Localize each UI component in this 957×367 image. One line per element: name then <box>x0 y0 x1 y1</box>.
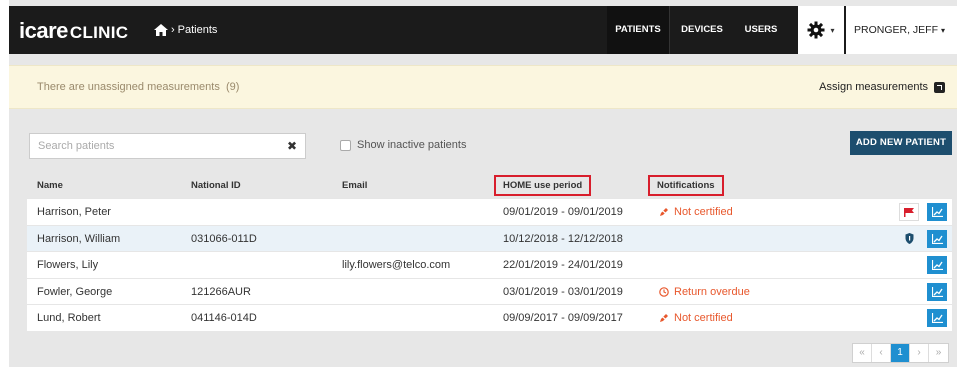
brand-sub: CLINIC <box>69 23 129 42</box>
chevron-down-icon: ▾ <box>830 25 835 35</box>
patient-name[interactable]: Flowers, Lily <box>37 259 98 271</box>
assign-measurements-label: Assign measurements <box>819 81 928 93</box>
patient-home-period: 03/01/2019 - 03/01/2019 <box>503 285 623 298</box>
column-header-national-id[interactable]: National ID <box>191 180 241 191</box>
notification-text: Not certified <box>674 312 733 324</box>
search-box: ✖ <box>29 133 306 159</box>
user-name: PRONGER, JEFF <box>854 24 939 36</box>
patient-home-period: 09/09/2017 - 09/09/2017 <box>503 312 623 324</box>
chart-icon[interactable] <box>927 256 947 274</box>
column-header-home-period[interactable]: HOME use period <box>493 175 592 196</box>
patient-national-id: 121266AUR <box>191 285 251 298</box>
table-row[interactable]: Fowler, George 121266AUR 03/01/2019 - 03… <box>27 277 952 304</box>
flag-icon[interactable] <box>899 203 919 221</box>
settings-menu[interactable]: ▾ <box>798 6 844 54</box>
top-navbar: icare CLINIC › Patients PATIENTS DEVICES … <box>9 6 957 54</box>
pencil-slash-icon <box>659 207 669 217</box>
table-row[interactable]: Lund, Robert 041146-014D 09/09/2017 - 09… <box>27 304 952 331</box>
assign-measurements-link[interactable]: Assign measurements <box>819 81 945 93</box>
close-icon[interactable]: ✖ <box>287 139 297 153</box>
unassigned-measurements-alert: There are unassigned measurements (9) As… <box>9 65 957 109</box>
breadcrumb-current: Patients <box>177 24 218 36</box>
alert-count: (9) <box>225 81 240 93</box>
home-icon[interactable] <box>154 24 168 36</box>
patient-email: lily.flowers@telco.com <box>342 259 451 271</box>
tab-patients[interactable]: PATIENTS <box>607 6 669 54</box>
alert-text: There are unassigned measurements <box>37 81 220 93</box>
column-header-email[interactable]: Email <box>342 180 367 191</box>
pencil-slash-icon <box>659 313 669 323</box>
table-row[interactable]: Harrison, Peter 09/01/2019 - 09/01/2019 … <box>27 198 952 225</box>
alert-message: There are unassigned measurements (9) <box>37 81 239 93</box>
patient-name[interactable]: Lund, Robert <box>37 312 101 324</box>
patient-name[interactable]: Harrison, William <box>37 233 120 245</box>
pagination-next[interactable]: › <box>910 344 929 362</box>
patient-name[interactable]: Fowler, George <box>37 286 112 298</box>
left-border <box>0 0 9 367</box>
info-icon[interactable] <box>899 230 919 248</box>
chart-icon[interactable] <box>927 282 947 301</box>
clock-icon <box>659 286 669 297</box>
chart-icon[interactable] <box>927 309 947 327</box>
chevron-down-icon: ▾ <box>941 26 946 35</box>
patient-home-period: 09/01/2019 - 09/01/2019 <box>503 206 623 218</box>
pagination-last[interactable]: » <box>929 344 948 362</box>
patients-table: Name National ID Email HOME use period N… <box>27 174 952 331</box>
notification-text: Not certified <box>674 206 733 218</box>
patient-notification: Not certified <box>659 206 733 218</box>
chart-icon[interactable] <box>927 229 947 248</box>
gear-icon <box>807 21 825 39</box>
brand-main: icare <box>19 18 68 43</box>
patient-name[interactable]: Harrison, Peter <box>37 206 111 218</box>
table-row[interactable]: Harrison, William 031066-011D 10/12/2018… <box>27 224 952 251</box>
column-header-name[interactable]: Name <box>37 180 63 191</box>
show-inactive-toggle[interactable]: Show inactive patients <box>340 139 466 151</box>
patient-national-id: 031066-011D <box>191 232 257 245</box>
add-new-patient-button[interactable]: ADD NEW PATIENT <box>850 131 952 155</box>
chart-icon[interactable] <box>927 203 947 221</box>
pagination-page-1[interactable]: 1 <box>891 344 910 362</box>
patient-notification: Not certified <box>659 312 733 324</box>
column-header-notifications[interactable]: Notifications <box>648 175 724 196</box>
search-input[interactable] <box>30 134 270 158</box>
user-menu[interactable]: PRONGER, JEFF ▾ <box>846 6 957 54</box>
show-inactive-label: Show inactive patients <box>357 139 467 151</box>
tab-devices[interactable]: DEVICES <box>670 6 734 54</box>
notification-text: Return overdue <box>674 285 750 298</box>
pagination-first[interactable]: « <box>853 344 872 362</box>
patient-home-period: 22/01/2019 - 24/01/2019 <box>503 259 623 271</box>
brand-logo[interactable]: icare CLINIC <box>19 18 128 44</box>
pagination: « ‹ 1 › » <box>852 343 949 363</box>
table-row[interactable]: Flowers, Lily lily.flowers@telco.com 22/… <box>27 251 952 278</box>
patient-national-id: 041146-014D <box>191 312 257 324</box>
tab-users[interactable]: USERS <box>735 6 787 54</box>
patient-home-period: 10/12/2018 - 12/12/2018 <box>503 232 623 245</box>
patient-notification: Return overdue <box>659 286 750 298</box>
app-frame: icare CLINIC › Patients PATIENTS DEVICES … <box>9 0 957 367</box>
table-header: Name National ID Email HOME use period N… <box>27 174 952 198</box>
breadcrumb-separator: › <box>171 24 175 36</box>
external-link-icon <box>934 81 945 93</box>
breadcrumb: › Patients <box>154 24 217 36</box>
show-inactive-checkbox[interactable] <box>340 139 351 151</box>
pagination-prev[interactable]: ‹ <box>872 344 891 362</box>
